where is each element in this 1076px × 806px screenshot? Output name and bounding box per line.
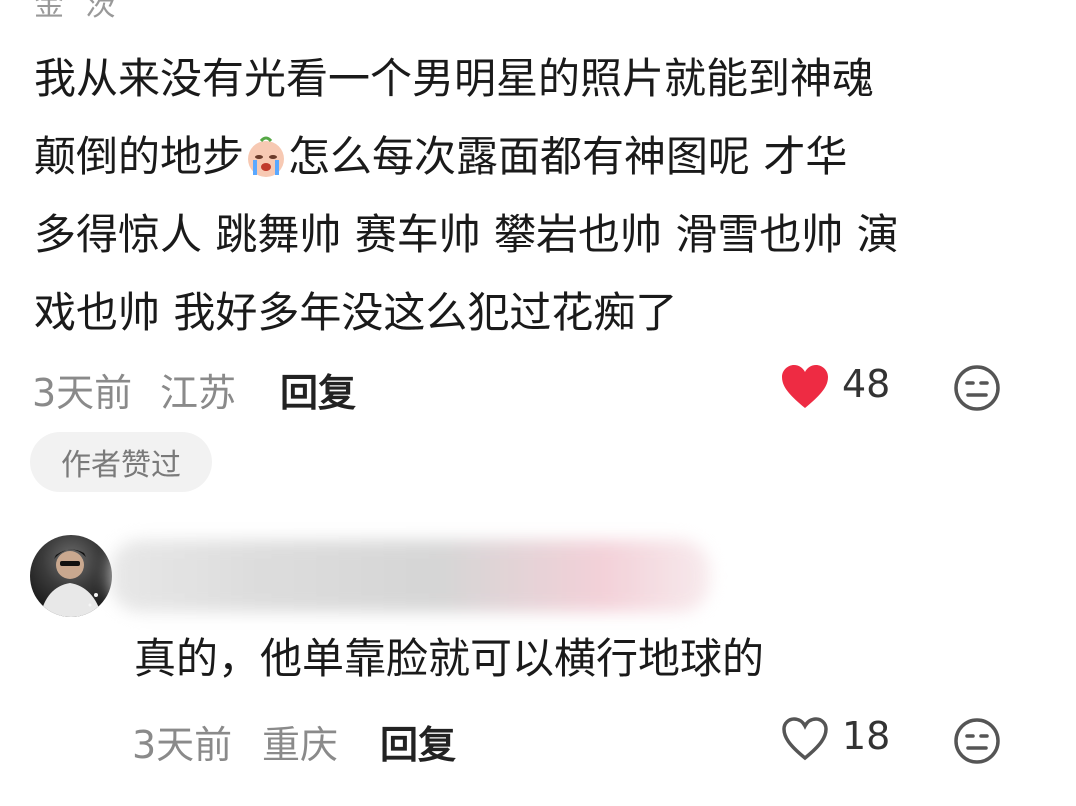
heart-filled-icon[interactable] [780,364,830,414]
comment-location: 江苏 [160,371,237,415]
comment-line-2: 颠倒的地步 怎么每次露面都有神图呢 才华 [34,118,1034,196]
comment-like-count: 48 [842,362,891,406]
comment-body: 我从来没有光看一个男明星的照片就能到神魂 颠倒的地步 怎么每次露面都有神图呢 才… [34,40,1034,352]
comment-time: 3天前 [32,371,133,415]
blurred-username [110,540,710,612]
comment-line-1: 我从来没有光看一个男明星的照片就能到神魂 [34,54,875,103]
meh-face-icon[interactable] [953,717,1001,769]
comment-line-4: 戏也帅 我好多年没这么犯过花痴了 [34,288,678,337]
comment-reply-button[interactable]: 回复 [280,362,356,417]
crying-emoji-icon [244,126,288,177]
reply-body: 真的，他单靠脸就可以横行地球的 [134,634,765,683]
avatar[interactable] [30,535,112,617]
heart-outline-icon[interactable] [780,716,830,766]
reply-time: 3天前 [132,723,233,767]
previous-comment-fragment: 金 茨 [34,0,122,23]
reply-location: 重庆 [262,723,339,767]
reply-like-count: 18 [842,714,891,758]
meh-face-icon[interactable] [953,364,1001,416]
author-liked-badge: 作者赞过 [30,432,212,492]
comment-line-3: 多得惊人 跳舞帅 赛车帅 攀岩也帅 滑雪也帅 演 [34,210,899,259]
reply-reply-button[interactable]: 回复 [380,714,456,769]
